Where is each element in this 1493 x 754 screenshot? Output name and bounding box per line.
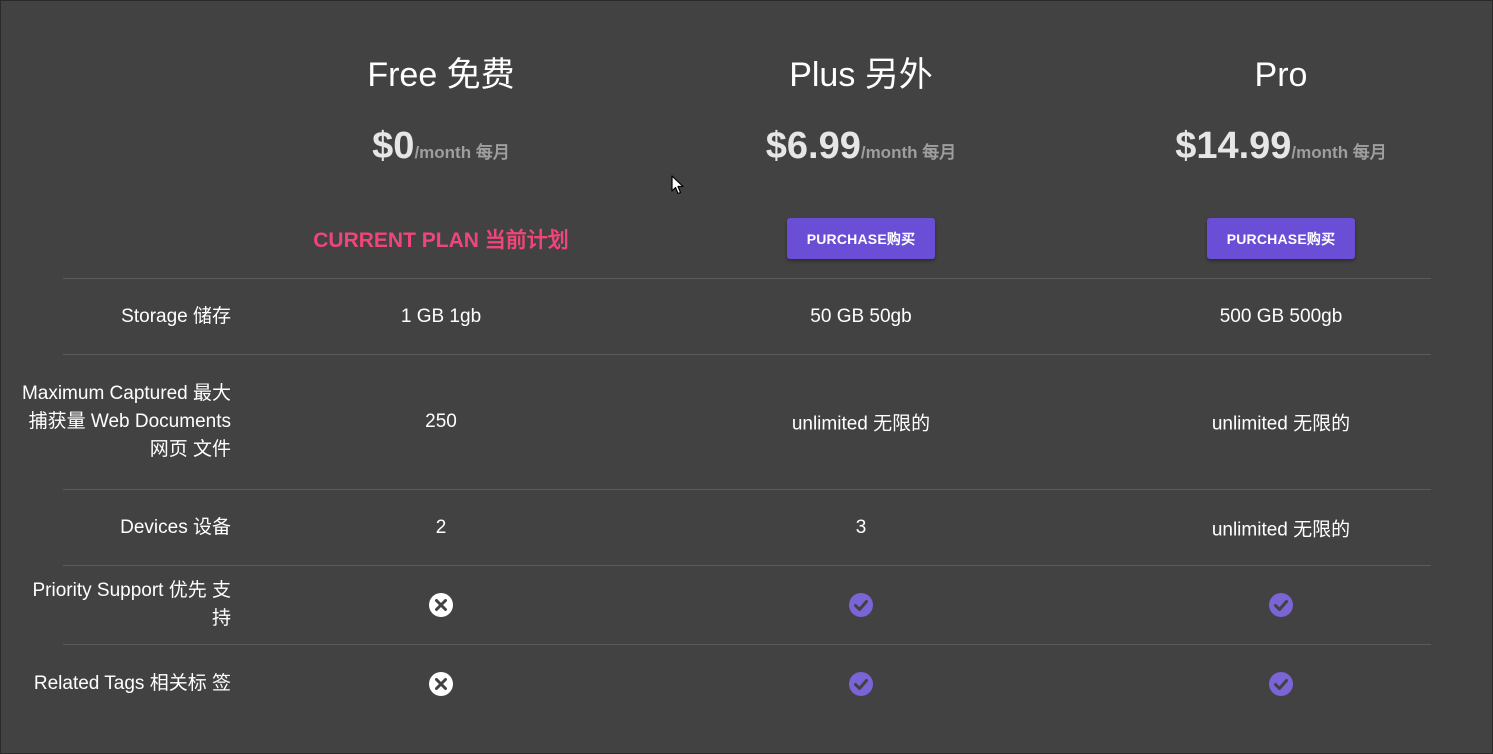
feature-row-related-tags: Related Tags 相关标 签 <box>1 645 1493 723</box>
feature-row-storage: Storage 储存 1 GB 1gb 50 GB 50gb 500 GB 50… <box>1 279 1493 354</box>
plan-header-pro: Pro $14.99/month 每月 <box>1131 51 1431 171</box>
plan-header-plus: Plus 另外 $6.99/month 每月 <box>711 51 1011 171</box>
purchase-plus-button[interactable]: PURCHASE购买 <box>786 218 936 259</box>
feature-value: 3 <box>855 516 867 538</box>
plan-action-plus: PURCHASE购买 <box>711 218 1011 259</box>
plan-price: $6.99/month 每月 <box>711 121 1011 171</box>
price-amount: $6.99 <box>765 125 861 167</box>
feature-value: 250 <box>425 411 457 432</box>
feature-label: Related Tags 相关标 签 <box>33 673 231 694</box>
check-circle-icon <box>1131 671 1431 697</box>
price-period: /month 每月 <box>1291 143 1387 162</box>
feature-label: Maximum Captured 最大捕获量 Web Documents 网页 … <box>21 383 231 460</box>
plan-price: $14.99/month 每月 <box>1131 121 1431 171</box>
feature-label: Devices 设备 <box>120 516 231 538</box>
pricing-page: Free 免费 $0/month 每月 Plus 另外 $6.99/month … <box>0 0 1493 754</box>
current-plan-label: CURRENT PLAN 当前计划 <box>313 228 569 252</box>
check-circle-icon <box>1131 592 1431 618</box>
plan-name: Free 免费 <box>367 56 515 94</box>
plan-action-pro: PURCHASE购买 <box>1131 218 1431 259</box>
purchase-pro-button[interactable]: PURCHASE购买 <box>1206 218 1356 259</box>
feature-value: 1 GB 1gb <box>400 305 482 327</box>
feature-label: Storage 储存 <box>121 305 231 327</box>
feature-row-max-captured: Maximum Captured 最大捕获量 Web Documents 网页 … <box>1 355 1493 489</box>
feature-row-priority-support: Priority Support 优先 支持 <box>1 566 1493 644</box>
feature-value: unlimited 无限的 <box>1211 413 1351 435</box>
plan-price: $0/month 每月 <box>291 121 591 171</box>
feature-value: 50 GB 50gb <box>810 305 912 327</box>
feature-value: unlimited 无限的 <box>1211 519 1351 540</box>
plan-header-free: Free 免费 $0/month 每月 <box>291 51 591 171</box>
feature-value: 500 GB 500gb <box>1219 305 1343 327</box>
plan-name: Plus 另外 <box>789 56 933 94</box>
price-amount: $0 <box>372 125 415 167</box>
price-period: /month 每月 <box>860 143 957 162</box>
feature-row-devices: Devices 设备 2 3 unlimited 无限的 <box>1 490 1493 565</box>
feature-value: 2 <box>435 516 447 538</box>
price-amount: $14.99 <box>1175 125 1292 167</box>
mouse-cursor-icon <box>671 175 684 195</box>
check-circle-icon <box>711 592 1011 618</box>
x-circle-icon <box>291 671 591 697</box>
check-circle-icon <box>711 671 1011 697</box>
plan-action-free: CURRENT PLAN 当前计划 <box>291 218 591 259</box>
x-circle-icon <box>291 592 591 618</box>
feature-label: Priority Support 优先 支持 <box>32 580 232 629</box>
feature-value: unlimited 无限的 <box>791 413 931 435</box>
plan-name: Pro <box>1254 56 1308 94</box>
price-period: /month 每月 <box>414 143 510 162</box>
